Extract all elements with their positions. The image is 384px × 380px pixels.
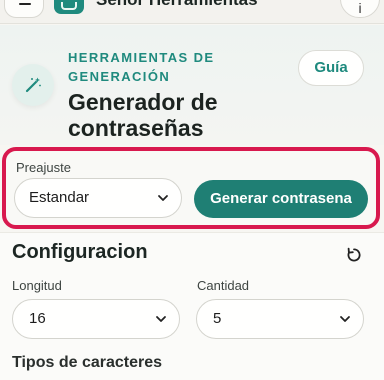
- reset-icon[interactable]: [345, 246, 363, 264]
- quantity-select[interactable]: 5: [196, 299, 364, 339]
- info-icon: i: [358, 0, 362, 16]
- app-title: Señor Herramientas: [96, 0, 258, 10]
- configuration-card: Configuracion Longitud Cantidad 16 5 Tip…: [0, 232, 384, 380]
- character-types-label: Tipos de caracteres: [12, 354, 163, 371]
- top-app-bar: Señor Herramientas i: [0, 0, 384, 24]
- configuration-title: Configuracion: [12, 241, 148, 263]
- chevron-down-icon: [158, 195, 168, 201]
- chevron-down-icon: [156, 316, 166, 322]
- quantity-select-value: 5: [213, 310, 222, 327]
- preset-label: Preajuste: [16, 160, 71, 175]
- preset-select-value: Estandar: [29, 189, 90, 206]
- generate-password-button[interactable]: Generar contrasena: [194, 180, 368, 218]
- length-select[interactable]: 16: [12, 299, 180, 339]
- chevron-down-icon: [340, 316, 350, 322]
- length-label: Longitud: [12, 278, 62, 293]
- tool-icon-badge: [12, 64, 54, 106]
- section-eyebrow: HERRAMIENTAS DE GENERACIÓN: [68, 50, 215, 84]
- toolbox-icon: [61, 2, 77, 10]
- preset-select[interactable]: Estandar: [14, 178, 182, 218]
- guide-button[interactable]: Guía: [298, 50, 364, 86]
- magic-wand-icon: [25, 77, 41, 93]
- info-button[interactable]: i: [340, 0, 380, 18]
- quantity-label: Cantidad: [197, 278, 250, 293]
- page-title: Generador de contraseñas: [68, 89, 218, 141]
- menu-button[interactable]: [4, 0, 44, 18]
- length-select-value: 16: [29, 310, 46, 327]
- hamburger-icon: [19, 3, 31, 5]
- preset-panel: Preajuste Estandar Generar contrasena: [2, 147, 380, 229]
- app-logo[interactable]: [54, 0, 84, 14]
